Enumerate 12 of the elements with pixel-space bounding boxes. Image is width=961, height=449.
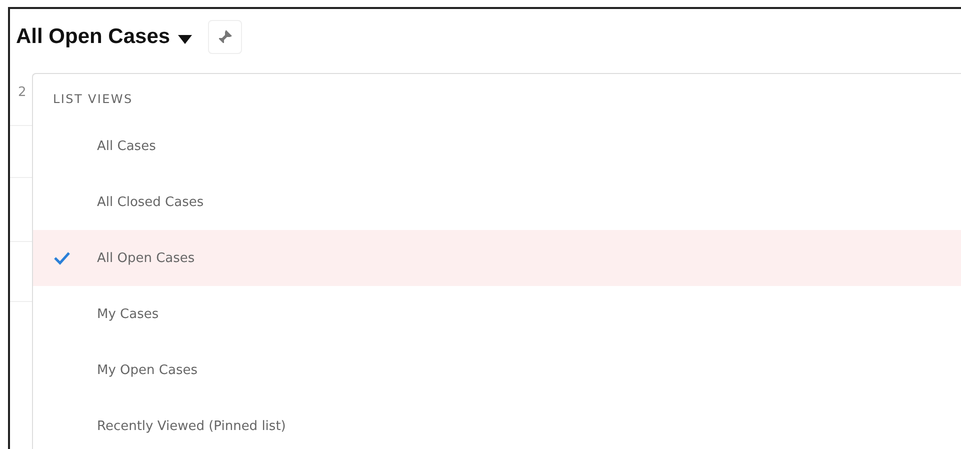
menu-item[interactable]: All Cases [33,118,961,174]
menu-item[interactable]: My Cases [33,286,961,342]
check-icon [53,251,71,265]
caret-icon[interactable] [178,34,192,44]
list-view-title: All Open Cases [16,25,170,49]
pin-button[interactable] [208,20,242,54]
menu-item[interactable]: All Closed Cases [33,174,961,230]
menu-item[interactable]: Recently Viewed (Pinned list) [33,398,961,449]
record-count: 2 [18,85,26,100]
menu-item[interactable]: All Open Cases [33,230,961,286]
menu-item[interactable]: My Open Cases [33,342,961,398]
section-label: LIST VIEWS [52,91,134,108]
